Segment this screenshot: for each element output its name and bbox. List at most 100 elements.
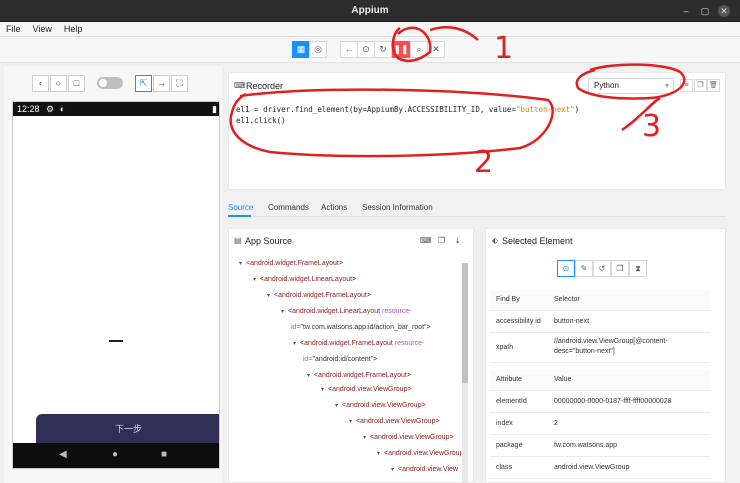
tree-node-tag: <android.widget.LinearLayout bbox=[288, 308, 381, 315]
download-icon[interactable]: ⤓ bbox=[456, 236, 460, 246]
attr-key: index bbox=[490, 412, 548, 435]
device-time: 12:28 bbox=[17, 104, 40, 114]
expand-caret-icon[interactable]: ▾ bbox=[335, 403, 338, 409]
menu-help[interactable]: Help bbox=[58, 22, 89, 37]
tab-actions[interactable]: Actions bbox=[321, 203, 347, 212]
device-back-icon[interactable]: ‹ bbox=[32, 75, 49, 92]
show-boilerplate-icon[interactable]: ≡ bbox=[680, 79, 693, 92]
search-icon[interactable]: ⌕ bbox=[410, 41, 428, 58]
web-mode-icon[interactable]: ◎ bbox=[309, 41, 327, 58]
expand-caret-icon[interactable]: ▾ bbox=[349, 419, 352, 425]
tree-node-tag: <android.widget.FrameLayout> bbox=[314, 372, 411, 379]
expand-caret-icon[interactable]: ▾ bbox=[377, 451, 380, 457]
show-element-toggle[interactable] bbox=[97, 77, 123, 89]
tree-node[interactable]: ▾ <android.widget.LinearLayout> bbox=[253, 276, 356, 283]
tree-node[interactable]: ▾ <android.widget.FrameLayout> bbox=[267, 292, 371, 299]
tree-node[interactable]: ▾ <android.view.ViewGroup> bbox=[377, 450, 461, 457]
device-recents-icon[interactable]: □ bbox=[68, 75, 85, 92]
tree-node[interactable]: ▾ <android.view.ViewGroup> bbox=[363, 434, 454, 441]
tree-node-tag: <android.view.ViewGroup> bbox=[328, 386, 412, 393]
selector-value[interactable]: //android.view.ViewGroup[@content-desc="… bbox=[548, 332, 710, 363]
language-select[interactable]: Python ▾ bbox=[588, 78, 674, 94]
nav-back-icon[interactable]: ◀ bbox=[59, 449, 67, 460]
table-row: xpath//android.view.ViewGroup[@content-d… bbox=[490, 332, 710, 363]
tab-session-information[interactable]: Session Information bbox=[362, 203, 433, 212]
tree-node-attr: resource- bbox=[392, 340, 425, 347]
expand-caret-icon[interactable]: ▾ bbox=[321, 387, 324, 393]
back-icon[interactable]: ← bbox=[340, 41, 358, 58]
tree-node[interactable]: ▾ <android.view.ViewGroup> bbox=[321, 386, 412, 393]
expand-caret-icon[interactable]: ▾ bbox=[253, 277, 256, 283]
tree-node[interactable]: ▾ <android.widget.FrameLayout> bbox=[307, 372, 411, 379]
scrollbar-thumb[interactable] bbox=[462, 263, 468, 383]
tree-node[interactable]: ▾ <android.widget.FrameLayout> bbox=[239, 260, 343, 267]
quit-session-icon[interactable]: ✕ bbox=[427, 41, 445, 58]
tree-node[interactable]: ▾ <android.view.ViewGroup> bbox=[349, 418, 440, 425]
home-icon[interactable]: ⊙ bbox=[357, 41, 375, 58]
app-icon: ◐ bbox=[59, 104, 66, 114]
recorder-title: Recorder bbox=[246, 81, 284, 91]
device-next-button[interactable]: 下一步 bbox=[36, 414, 219, 444]
nav-home-icon[interactable]: ● bbox=[112, 449, 118, 460]
tree-node-tag: <android.widget.FrameLayout> bbox=[274, 292, 371, 299]
tree-node-attr: resource- bbox=[380, 308, 412, 315]
tree-node-tag: <android.view.ViewGroup> bbox=[356, 418, 440, 425]
tap-element-icon[interactable]: ⊙ bbox=[557, 260, 575, 277]
device-home-icon[interactable]: ○ bbox=[50, 75, 67, 92]
swipe-icon[interactable]: → bbox=[153, 75, 170, 92]
menu-view[interactable]: View bbox=[27, 22, 58, 37]
code-line1-prefix: el1 = driver.find_element(by=AppiumBy.AC… bbox=[236, 105, 516, 114]
find-by-table: Find By Selector accessibility id button-n… bbox=[490, 290, 710, 363]
select-element-icon[interactable]: ⇱ bbox=[135, 75, 152, 92]
clear-element-icon[interactable]: ↺ bbox=[593, 260, 611, 277]
device-status-bar: 12:28 ⚙ ◐ ▮ bbox=[13, 102, 219, 116]
app-source-title: App Source bbox=[245, 236, 293, 246]
find-by-header: Find By bbox=[490, 290, 548, 311]
language-value: Python bbox=[594, 81, 619, 90]
menu-file[interactable]: File bbox=[0, 22, 27, 37]
loading-indicator bbox=[109, 340, 123, 342]
expand-caret-icon[interactable]: ▾ bbox=[293, 341, 296, 347]
attr-key: class bbox=[490, 456, 548, 479]
pause-recording-icon[interactable]: ❚❚ bbox=[392, 41, 410, 58]
selector-value[interactable]: button-next bbox=[548, 310, 710, 333]
tree-node[interactable]: ▾ <android.view.View bbox=[391, 466, 458, 473]
clear-code-icon[interactable]: 🗑 bbox=[707, 79, 720, 92]
source-scrollbar[interactable] bbox=[462, 263, 468, 483]
expand-caret-icon[interactable]: ▾ bbox=[281, 309, 284, 315]
tree-node-tag: <android.widget.FrameLayout> bbox=[246, 260, 343, 267]
native-mode-icon[interactable]: ▦ bbox=[292, 41, 310, 58]
tap-coordinates-icon[interactable]: ⛶ bbox=[171, 75, 188, 92]
nav-recents-icon[interactable]: ■ bbox=[161, 449, 167, 460]
send-keys-icon[interactable]: ✎ bbox=[575, 260, 593, 277]
tab-source[interactable]: Source bbox=[228, 203, 253, 212]
close-window-icon[interactable]: ✕ bbox=[718, 5, 730, 17]
expand-caret-icon[interactable]: ▾ bbox=[239, 261, 242, 267]
device-nav-bar: ◀ ● ■ bbox=[13, 443, 219, 468]
menu-bar: File View Help bbox=[0, 22, 740, 37]
tree-node-attr-name: id= bbox=[303, 356, 313, 363]
tree-node[interactable]: ▾ <android.widget.FrameLayout resource- bbox=[293, 340, 424, 347]
refresh-icon[interactable]: ↻ bbox=[374, 41, 392, 58]
expand-caret-icon[interactable]: ▾ bbox=[307, 373, 310, 379]
tree-node-tag: <android.view.ViewGroup> bbox=[342, 402, 426, 409]
tab-commands[interactable]: Commands bbox=[268, 203, 309, 212]
expand-caret-icon[interactable]: ▾ bbox=[391, 467, 394, 473]
minimize-icon[interactable]: – bbox=[680, 5, 692, 17]
toggle-attributes-icon[interactable]: ⌨ bbox=[420, 236, 432, 245]
table-row: package tw.com.watsons.app bbox=[490, 434, 710, 457]
selected-element-title: Selected Element bbox=[502, 236, 573, 246]
expand-caret-icon[interactable]: ▾ bbox=[363, 435, 366, 441]
settings-icon: ⚙ bbox=[46, 104, 55, 114]
timing-icon[interactable]: ⧗ bbox=[629, 260, 647, 277]
tree-node[interactable]: ▾ <android.widget.LinearLayout resource- bbox=[281, 308, 412, 315]
copy-code-icon[interactable]: ❐ bbox=[694, 79, 707, 92]
tree-node[interactable]: ▾ <android.view.ViewGroup> bbox=[335, 402, 426, 409]
window-titlebar: Appium – ▢ ✕ bbox=[0, 0, 740, 22]
expand-caret-icon[interactable]: ▾ bbox=[267, 293, 270, 299]
device-screenshot[interactable]: 12:28 ⚙ ◐ ▮ 下一步 ◀ ● ■ bbox=[12, 101, 220, 469]
copy-attributes-icon[interactable]: ❐ bbox=[611, 260, 629, 277]
copy-xml-icon[interactable]: ❐ bbox=[438, 236, 445, 245]
tree-node-tag: <android.view.View bbox=[398, 466, 459, 473]
maximize-icon[interactable]: ▢ bbox=[699, 5, 711, 17]
